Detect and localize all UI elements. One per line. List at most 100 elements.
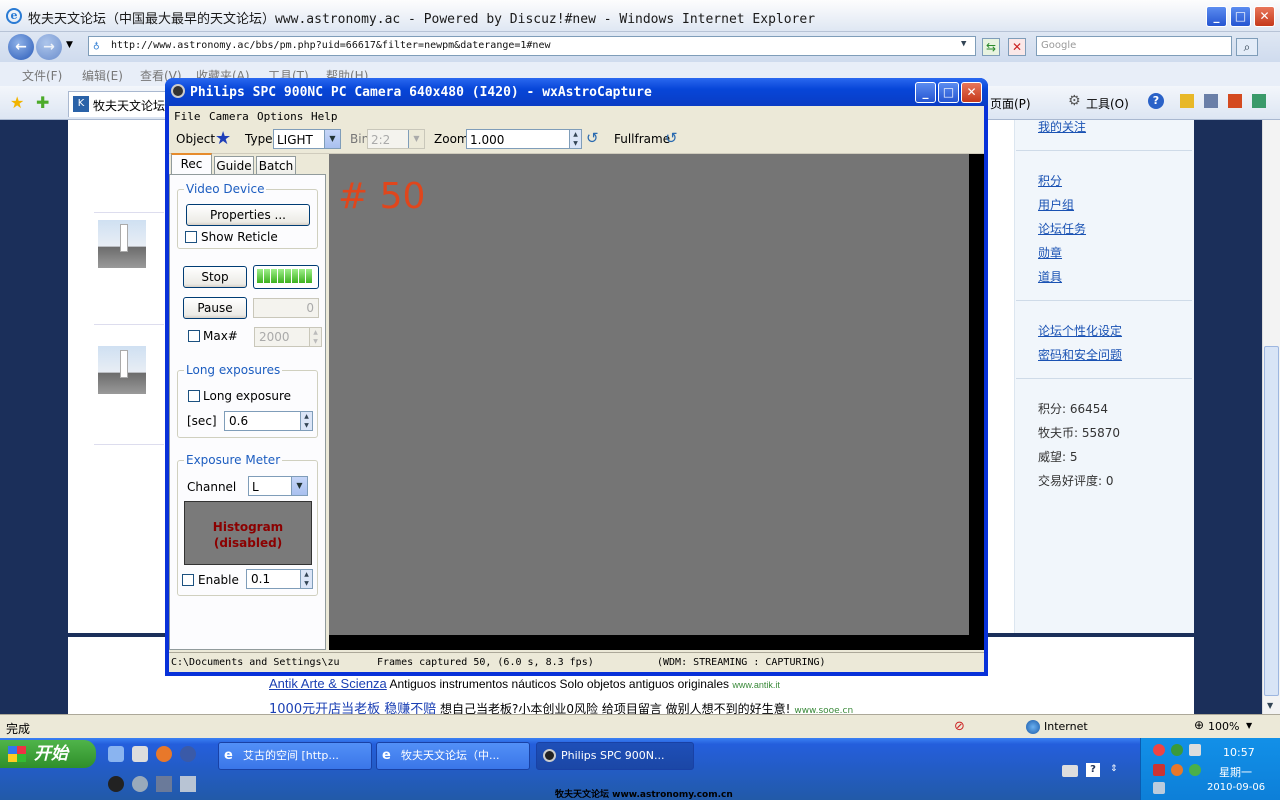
tray-connection-icon[interactable] — [1153, 782, 1165, 794]
sidebar-link-following[interactable]: 我的关注 — [1038, 118, 1086, 135]
history-dropdown-icon[interactable]: ▼ — [66, 40, 73, 50]
keyboard-icon[interactable] — [1062, 765, 1078, 777]
menu-edit[interactable]: 编辑(E) — [82, 67, 123, 84]
search-icon[interactable]: ⌕ — [1236, 38, 1258, 56]
video-preview[interactable] — [329, 154, 969, 635]
page-scrollbar[interactable]: ▼ — [1262, 120, 1280, 714]
help-icon[interactable]: ? — [1148, 93, 1164, 109]
sidebar-link-usergroup[interactable]: 用户组 — [1038, 196, 1074, 213]
sidebar-link-props[interactable]: 道具 — [1038, 268, 1062, 285]
show-reticle-checkbox[interactable] — [185, 231, 197, 243]
max-spinner[interactable]: ▲ ▼ — [309, 328, 321, 346]
sidebar-link-credits[interactable]: 积分 — [1038, 172, 1062, 189]
tools-menu[interactable]: 工具(O) — [1086, 95, 1129, 112]
app-menu-file[interactable]: File — [174, 110, 201, 123]
globe-icon — [1026, 720, 1040, 734]
app-close-button[interactable]: ✕ — [961, 82, 982, 103]
bin-select[interactable]: 2:2 ▼ — [367, 129, 425, 149]
extra-addon-icon[interactable] — [1252, 94, 1266, 108]
close-button[interactable]: ✕ — [1254, 6, 1275, 27]
popup-blocker-icon[interactable]: ⊘ — [954, 719, 965, 734]
quicklaunch-firefox-icon[interactable] — [156, 746, 172, 762]
threshold-spinner[interactable]: ▲ ▼ — [300, 570, 312, 588]
quicklaunch-camera-icon[interactable] — [108, 776, 124, 792]
avatar[interactable] — [98, 346, 146, 394]
menu-file[interactable]: 文件(F) — [22, 67, 62, 84]
taskbar-item-capture[interactable]: Philips SPC 900N... — [536, 742, 694, 770]
avatar[interactable] — [98, 220, 146, 268]
research-icon[interactable] — [1180, 94, 1194, 108]
stop-icon[interactable]: ✕ — [1008, 38, 1026, 56]
object-star-icon[interactable]: ★ — [215, 128, 231, 149]
app-minimize-button[interactable]: _ — [915, 82, 936, 103]
sidebar-link-personalize[interactable]: 论坛个性化设定 — [1038, 322, 1122, 339]
tray-shield-icon[interactable] — [1153, 764, 1165, 776]
zoom-dropdown-icon[interactable]: ▼ — [1246, 721, 1252, 730]
zoom-field[interactable]: 1.000 ▲ ▼ — [466, 129, 582, 149]
scroll-down-icon[interactable]: ▼ — [1267, 701, 1273, 710]
refresh-icon[interactable]: ⇆ — [982, 38, 1000, 56]
forward-arrow-icon[interactable]: → — [36, 34, 62, 60]
ad-title-1[interactable]: Antik Arte & Scienza — [269, 676, 387, 691]
tab-rec[interactable]: Rec — [171, 153, 212, 175]
help-icon[interactable]: ? — [1086, 763, 1100, 777]
add-favorite-icon[interactable]: ✚ — [36, 93, 49, 112]
long-exposure-checkbox[interactable] — [188, 390, 200, 402]
tab-batch[interactable]: Batch — [256, 156, 296, 176]
chevron-icon[interactable]: ⇕ — [1110, 764, 1118, 774]
search-input[interactable]: Google — [1036, 36, 1232, 56]
enable-checkbox[interactable] — [182, 574, 194, 586]
taskbar-item-forum[interactable]: 牧夫天文论坛（中... — [376, 742, 530, 770]
stop-button[interactable]: Stop — [183, 266, 247, 288]
app-menu-help[interactable]: Help — [311, 110, 338, 123]
tray-antivirus-icon[interactable] — [1153, 744, 1165, 756]
quicklaunch-tool-icon[interactable] — [156, 776, 172, 792]
quicklaunch-desktop-icon[interactable] — [108, 746, 124, 762]
taskbar-item-space[interactable]: 艾古的空间 [http... — [218, 742, 372, 770]
tray-update-icon[interactable] — [1171, 764, 1183, 776]
type-select[interactable]: LIGHT ▼ — [273, 129, 341, 149]
address-dropdown-icon[interactable]: ▼ — [961, 39, 966, 49]
zoom-spinner[interactable]: ▲ ▼ — [569, 130, 581, 148]
favorites-star-icon[interactable]: ★ — [10, 93, 24, 112]
tab-guide[interactable]: Guide — [214, 156, 254, 176]
messenger-icon[interactable] — [1204, 94, 1218, 108]
status-mode: (WDM: STREAMING : CAPTURING) — [657, 657, 826, 668]
sidebar-link-tasks[interactable]: 论坛任务 — [1038, 220, 1086, 237]
page-menu[interactable]: 页面(P) — [990, 95, 1031, 112]
app-maximize-button[interactable]: □ — [938, 82, 959, 103]
zoom-reset-icon[interactable]: ↺ — [586, 129, 599, 147]
properties-button[interactable]: Properties ... — [186, 204, 310, 226]
address-bar[interactable]: ♁ http://www.astronomy.ac/bbs/pm.php?uid… — [88, 36, 976, 56]
max-field[interactable]: 2000 ▲ ▼ — [254, 327, 322, 347]
channel-select[interactable]: L ▼ — [248, 476, 308, 496]
app-menu-camera[interactable]: Camera — [209, 110, 249, 123]
toolbar-addon-icon[interactable] — [1228, 94, 1242, 108]
quicklaunch-disc-icon[interactable] — [132, 776, 148, 792]
sidebar-link-medals[interactable]: 勋章 — [1038, 244, 1062, 261]
pause-button[interactable]: Pause — [183, 297, 247, 319]
start-button[interactable]: 开始 — [0, 740, 96, 768]
quicklaunch-media-icon[interactable] — [180, 746, 196, 762]
scrollbar-thumb[interactable] — [1264, 346, 1279, 696]
maximize-button[interactable]: □ — [1230, 6, 1251, 27]
quicklaunch-explorer-icon[interactable] — [132, 746, 148, 762]
browser-tab[interactable]: K 牧夫天文论坛 — [68, 91, 168, 117]
max-checkbox[interactable] — [188, 330, 200, 342]
tray-volume-icon[interactable] — [1189, 744, 1201, 756]
app-title-bar[interactable]: Philips SPC 900NC PC Camera 640x480 (I42… — [165, 78, 988, 106]
quicklaunch-doc-icon[interactable] — [180, 776, 196, 792]
seconds-field[interactable]: 0.6 ▲ ▼ — [224, 411, 313, 431]
minimize-button[interactable]: _ — [1206, 6, 1227, 27]
sidebar-link-security[interactable]: 密码和安全问题 — [1038, 346, 1122, 363]
back-arrow-icon[interactable]: ← — [8, 34, 34, 60]
app-menu-options[interactable]: Options — [257, 110, 303, 123]
zoom-level[interactable]: 100% — [1208, 720, 1239, 733]
seconds-spinner[interactable]: ▲ ▼ — [300, 412, 312, 430]
ad-url-1[interactable]: www.antik.it — [732, 680, 780, 690]
chevron-down-icon: ▼ — [324, 130, 340, 148]
tray-security-icon[interactable] — [1189, 764, 1201, 776]
threshold-field[interactable]: 0.1 ▲ ▼ — [246, 569, 313, 589]
tray-network-icon[interactable] — [1171, 744, 1183, 756]
fullframe-reset-icon[interactable]: ↺ — [665, 129, 678, 147]
